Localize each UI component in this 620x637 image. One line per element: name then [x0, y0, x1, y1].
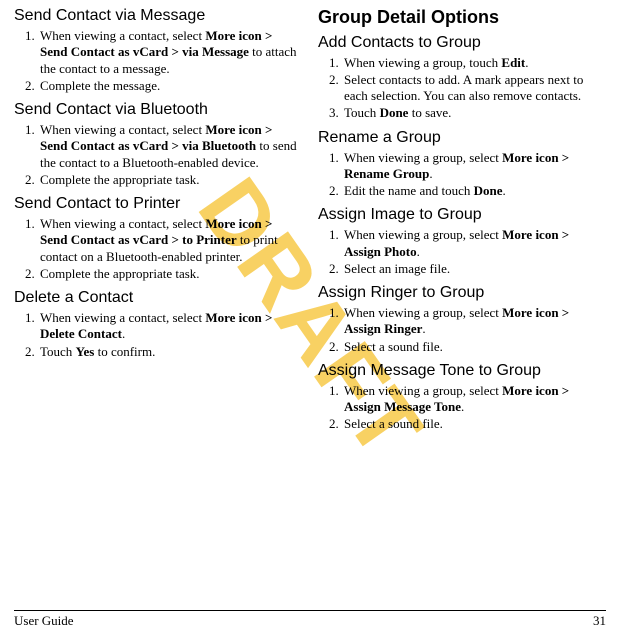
section-add-contacts-title: Add Contacts to Group — [318, 33, 606, 53]
section-add-contacts-steps: When viewing a group, touch Edit. Select… — [318, 55, 606, 122]
page-footer: User Guide 31 — [14, 610, 606, 629]
list-item: Complete the appropriate task. — [38, 266, 302, 282]
section-rename-group-steps: When viewing a group, select More icon >… — [318, 150, 606, 200]
list-item: When viewing a group, touch Edit. — [342, 55, 606, 71]
section-send-via-message-title: Send Contact via Message — [14, 6, 302, 26]
list-item: Touch Yes to confirm. — [38, 344, 302, 360]
list-item: Complete the appropriate task. — [38, 172, 302, 188]
footer-left: User Guide — [14, 613, 74, 629]
section-assign-message-tone-title: Assign Message Tone to Group — [318, 361, 606, 381]
section-send-to-printer-title: Send Contact to Printer — [14, 194, 302, 214]
list-item: When viewing a contact, select More icon… — [38, 28, 302, 77]
list-item: When viewing a contact, select More icon… — [38, 122, 302, 171]
list-item: Edit the name and touch Done. — [342, 183, 606, 199]
section-assign-message-tone-steps: When viewing a group, select More icon >… — [318, 383, 606, 433]
list-item: Complete the message. — [38, 78, 302, 94]
content-columns: Send Contact via Message When viewing a … — [14, 6, 606, 437]
right-column: Group Detail Options Add Contacts to Gro… — [318, 6, 606, 437]
list-item: Select a sound file. — [342, 339, 606, 355]
section-delete-contact-steps: When viewing a contact, select More icon… — [14, 310, 302, 360]
section-assign-image-title: Assign Image to Group — [318, 205, 606, 225]
left-column: Send Contact via Message When viewing a … — [14, 6, 302, 437]
section-assign-ringer-title: Assign Ringer to Group — [318, 283, 606, 303]
list-item: When viewing a contact, select More icon… — [38, 310, 302, 343]
section-send-to-printer-steps: When viewing a contact, select More icon… — [14, 216, 302, 282]
list-item: When viewing a group, select More icon >… — [342, 227, 606, 260]
section-assign-image-steps: When viewing a group, select More icon >… — [318, 227, 606, 277]
section-send-via-bluetooth-steps: When viewing a contact, select More icon… — [14, 122, 302, 188]
section-delete-contact-title: Delete a Contact — [14, 288, 302, 308]
list-item: Select a sound file. — [342, 416, 606, 432]
list-item: Select contacts to add. A mark appears n… — [342, 72, 606, 105]
list-item: Select an image file. — [342, 261, 606, 277]
list-item: When viewing a contact, select More icon… — [38, 216, 302, 265]
major-heading-group-detail-options: Group Detail Options — [318, 6, 606, 29]
list-item: When viewing a group, select More icon >… — [342, 305, 606, 338]
list-item: When viewing a group, select More icon >… — [342, 150, 606, 183]
section-rename-group-title: Rename a Group — [318, 128, 606, 148]
footer-page-number: 31 — [593, 613, 606, 629]
section-send-via-bluetooth-title: Send Contact via Bluetooth — [14, 100, 302, 120]
section-assign-ringer-steps: When viewing a group, select More icon >… — [318, 305, 606, 355]
list-item: Touch Done to save. — [342, 105, 606, 121]
section-send-via-message-steps: When viewing a contact, select More icon… — [14, 28, 302, 94]
list-item: When viewing a group, select More icon >… — [342, 383, 606, 416]
